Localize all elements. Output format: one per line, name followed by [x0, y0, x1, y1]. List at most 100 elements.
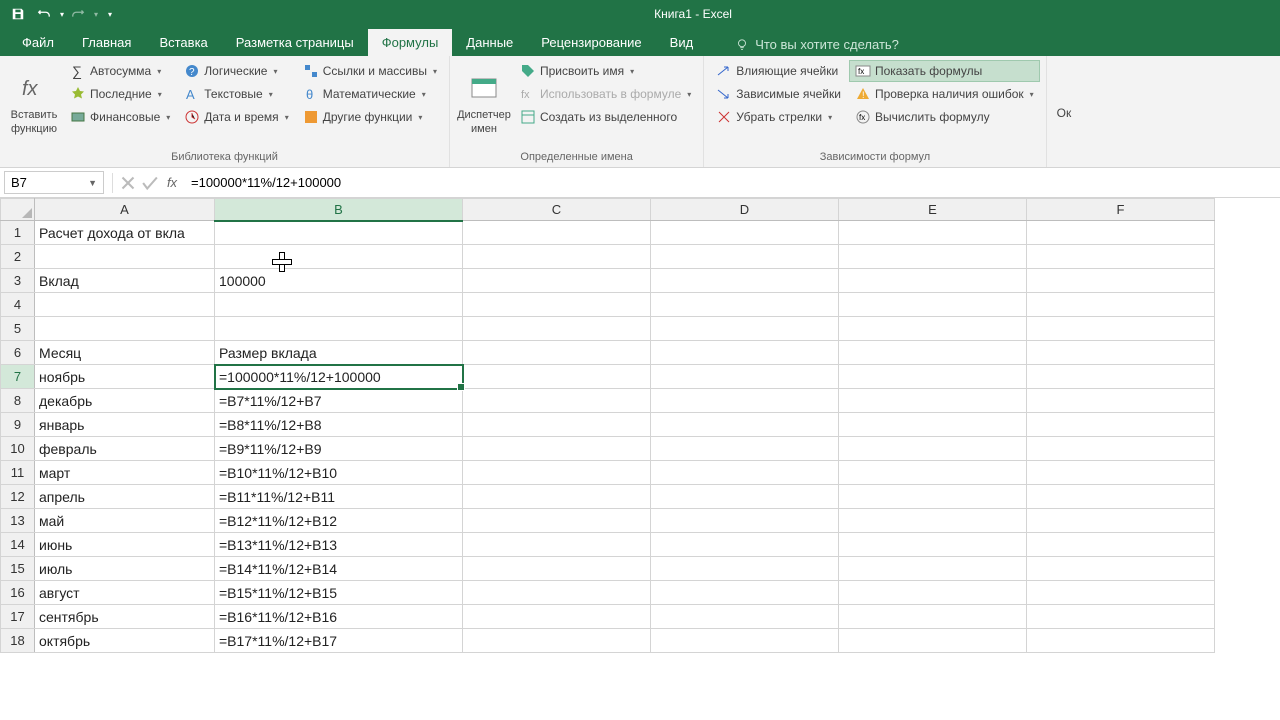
cell-C2[interactable] [463, 245, 651, 269]
worksheet-grid[interactable]: ABCDEF1Расчет дохода от вкла23Вклад10000… [0, 198, 1280, 653]
cell-B3[interactable]: 100000 [215, 269, 463, 293]
cell-C13[interactable] [463, 509, 651, 533]
cell-E14[interactable] [839, 533, 1027, 557]
row-header-16[interactable]: 16 [1, 581, 35, 605]
insert-function-button[interactable]: fx Вставить функцию [6, 60, 62, 149]
cell-B18[interactable]: =B17*11%/12+B17 [215, 629, 463, 653]
select-all-corner[interactable] [1, 199, 35, 221]
cell-E16[interactable] [839, 581, 1027, 605]
cell-D12[interactable] [651, 485, 839, 509]
cell-B6[interactable]: Размер вклада [215, 341, 463, 365]
cell-E5[interactable] [839, 317, 1027, 341]
cell-F14[interactable] [1027, 533, 1215, 557]
cell-F9[interactable] [1027, 413, 1215, 437]
cell-F8[interactable] [1027, 389, 1215, 413]
cell-A17[interactable]: сентябрь [35, 605, 215, 629]
cell-A15[interactable]: июль [35, 557, 215, 581]
cell-B1[interactable] [215, 221, 463, 245]
col-header-C[interactable]: C [463, 199, 651, 221]
row-header-15[interactable]: 15 [1, 557, 35, 581]
cell-A12[interactable]: апрель [35, 485, 215, 509]
cell-F3[interactable] [1027, 269, 1215, 293]
trace-precedents-button[interactable]: Влияющие ячейки [710, 60, 847, 82]
row-header-6[interactable]: 6 [1, 341, 35, 365]
cell-D1[interactable] [651, 221, 839, 245]
tab-formulas[interactable]: Формулы [368, 29, 453, 56]
name-manager-button[interactable]: Диспетчер имен [456, 60, 512, 149]
error-checking-button[interactable]: !Проверка наличия ошибок▾ [849, 83, 1040, 105]
tab-file[interactable]: Файл [8, 29, 68, 56]
cell-F6[interactable] [1027, 341, 1215, 365]
col-header-F[interactable]: F [1027, 199, 1215, 221]
tab-view[interactable]: Вид [656, 29, 708, 56]
cell-E15[interactable] [839, 557, 1027, 581]
cell-E11[interactable] [839, 461, 1027, 485]
cell-D9[interactable] [651, 413, 839, 437]
cell-F15[interactable] [1027, 557, 1215, 581]
cell-E2[interactable] [839, 245, 1027, 269]
col-header-B[interactable]: B [215, 199, 463, 221]
cell-D6[interactable] [651, 341, 839, 365]
cell-E9[interactable] [839, 413, 1027, 437]
row-header-5[interactable]: 5 [1, 317, 35, 341]
cell-D15[interactable] [651, 557, 839, 581]
row-header-10[interactable]: 10 [1, 437, 35, 461]
col-header-A[interactable]: A [35, 199, 215, 221]
cell-C8[interactable] [463, 389, 651, 413]
cell-C3[interactable] [463, 269, 651, 293]
redo-dropdown-icon[interactable]: ▾ [94, 10, 98, 19]
evaluate-formula-button[interactable]: fxВычислить формулу [849, 106, 1040, 128]
tab-data[interactable]: Данные [452, 29, 527, 56]
cell-C18[interactable] [463, 629, 651, 653]
cell-A11[interactable]: март [35, 461, 215, 485]
cell-B12[interactable]: =B11*11%/12+B11 [215, 485, 463, 509]
lookup-button[interactable]: Ссылки и массивы▾ [297, 60, 443, 82]
cell-A18[interactable]: октябрь [35, 629, 215, 653]
cell-A6[interactable]: Месяц [35, 341, 215, 365]
col-header-D[interactable]: D [651, 199, 839, 221]
cell-C17[interactable] [463, 605, 651, 629]
row-header-7[interactable]: 7 [1, 365, 35, 389]
cell-C9[interactable] [463, 413, 651, 437]
tell-me-search[interactable]: Что вы хотите сделать? [727, 33, 907, 56]
cell-F1[interactable] [1027, 221, 1215, 245]
save-button[interactable] [6, 2, 30, 26]
cell-C7[interactable] [463, 365, 651, 389]
cell-F13[interactable] [1027, 509, 1215, 533]
cell-E7[interactable] [839, 365, 1027, 389]
cell-A14[interactable]: июнь [35, 533, 215, 557]
cell-A3[interactable]: Вклад [35, 269, 215, 293]
cell-A9[interactable]: январь [35, 413, 215, 437]
cell-C11[interactable] [463, 461, 651, 485]
row-header-18[interactable]: 18 [1, 629, 35, 653]
cell-B16[interactable]: =B15*11%/12+B15 [215, 581, 463, 605]
redo-button[interactable] [66, 2, 90, 26]
cell-B5[interactable] [215, 317, 463, 341]
cell-E1[interactable] [839, 221, 1027, 245]
cell-D17[interactable] [651, 605, 839, 629]
cell-F2[interactable] [1027, 245, 1215, 269]
cell-E6[interactable] [839, 341, 1027, 365]
cell-B2[interactable] [215, 245, 463, 269]
row-header-2[interactable]: 2 [1, 245, 35, 269]
cell-E4[interactable] [839, 293, 1027, 317]
more-functions-button[interactable]: Другие функции▾ [297, 106, 443, 128]
define-name-button[interactable]: Присвоить имя▾ [514, 60, 697, 82]
insert-function-fx-button[interactable]: fx [161, 172, 183, 194]
row-header-12[interactable]: 12 [1, 485, 35, 509]
cell-C16[interactable] [463, 581, 651, 605]
financial-button[interactable]: Финансовые▾ [64, 106, 176, 128]
row-header-11[interactable]: 11 [1, 461, 35, 485]
cell-F10[interactable] [1027, 437, 1215, 461]
cell-D4[interactable] [651, 293, 839, 317]
cell-A7[interactable]: ноябрь [35, 365, 215, 389]
formula-input[interactable] [183, 172, 1280, 193]
row-header-8[interactable]: 8 [1, 389, 35, 413]
cell-C4[interactable] [463, 293, 651, 317]
cell-C12[interactable] [463, 485, 651, 509]
cell-D13[interactable] [651, 509, 839, 533]
row-header-3[interactable]: 3 [1, 269, 35, 293]
row-header-14[interactable]: 14 [1, 533, 35, 557]
cell-B14[interactable]: =B13*11%/12+B13 [215, 533, 463, 557]
row-header-4[interactable]: 4 [1, 293, 35, 317]
